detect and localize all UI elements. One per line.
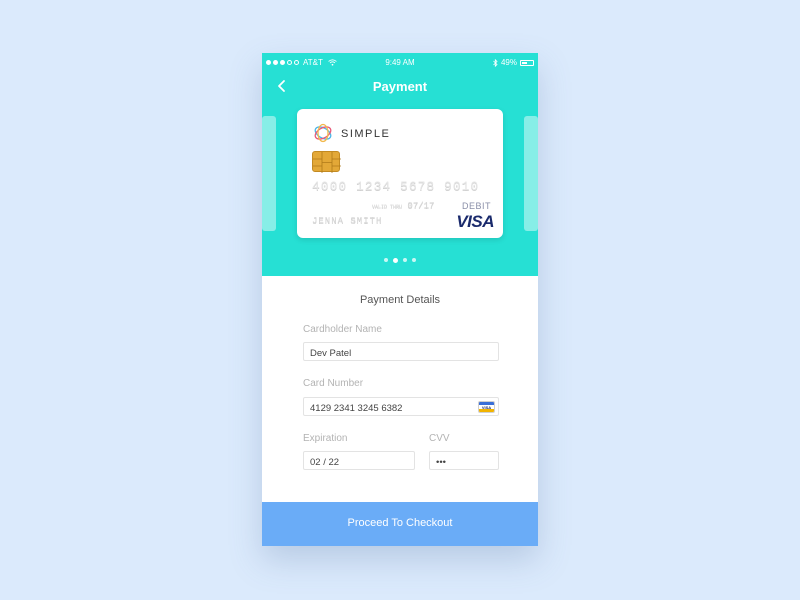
- card-type: DEBIT: [461, 201, 491, 211]
- pager-dot[interactable]: [393, 257, 398, 263]
- card-expiry-value: 07/17: [407, 201, 435, 211]
- cardholder-label: Cardholder Name: [303, 324, 382, 335]
- phone-frame: AT&T 9:49 AM 49% Payment SIMPLE 4000 123…: [262, 53, 538, 546]
- card-expiry: VALID THRU 07/17: [372, 201, 434, 211]
- card-holder-name: JENNA SMITH: [312, 216, 383, 226]
- bluetooth-icon: [493, 58, 498, 67]
- simple-logo-icon: [314, 123, 332, 143]
- battery-percent: 49%: [500, 58, 517, 67]
- card-number-label: Card Number: [303, 378, 364, 389]
- nav-bar: Payment: [262, 75, 538, 97]
- next-card-peek[interactable]: [524, 116, 538, 231]
- cardholder-name-field[interactable]: Dev Patel: [303, 342, 499, 361]
- card-brand-name: SIMPLE: [341, 128, 391, 140]
- proceed-to-checkout-label: Proceed To Checkout: [347, 517, 453, 529]
- pager-dot[interactable]: [403, 258, 407, 262]
- pager-dot[interactable]: [384, 258, 388, 262]
- page-title: Payment: [372, 79, 428, 94]
- cardholder-name-value: Dev Patel: [310, 348, 352, 359]
- pager-dot[interactable]: [412, 258, 416, 262]
- card-number-field[interactable]: 4129 2341 3245 6382 VISA: [303, 397, 499, 416]
- battery-fill: [522, 61, 527, 64]
- cvv-label: CVV: [429, 433, 450, 444]
- card-number-embossed: 4000 1234 5678 9010: [312, 179, 480, 194]
- visa-card-icon: VISA: [478, 401, 495, 413]
- cvv-value: •••: [436, 457, 446, 468]
- section-title: Payment Details: [359, 294, 441, 306]
- card-carousel-header: AT&T 9:49 AM 49% Payment SIMPLE 4000 123…: [262, 53, 538, 276]
- proceed-to-checkout-button[interactable]: Proceed To Checkout: [262, 502, 538, 546]
- card-chip-icon: [312, 151, 341, 173]
- card-number-value: 4129 2341 3245 6382: [310, 403, 403, 414]
- battery-icon: [520, 59, 534, 66]
- expiration-value: 02 / 22: [310, 457, 340, 468]
- expiration-field[interactable]: 02 / 22: [303, 451, 415, 470]
- previous-card-peek[interactable]: [262, 116, 276, 231]
- status-bar: AT&T 9:49 AM 49%: [262, 53, 538, 71]
- valid-thru-label: VALID THRU: [372, 204, 403, 210]
- expiration-label: Expiration: [303, 433, 348, 444]
- cvv-field[interactable]: •••: [429, 451, 499, 470]
- carousel-pager[interactable]: [262, 257, 538, 263]
- status-right: 49%: [493, 58, 534, 67]
- credit-card[interactable]: SIMPLE 4000 1234 5678 9010 VALID THRU 07…: [297, 109, 503, 238]
- visa-logo: VISA: [456, 212, 494, 231]
